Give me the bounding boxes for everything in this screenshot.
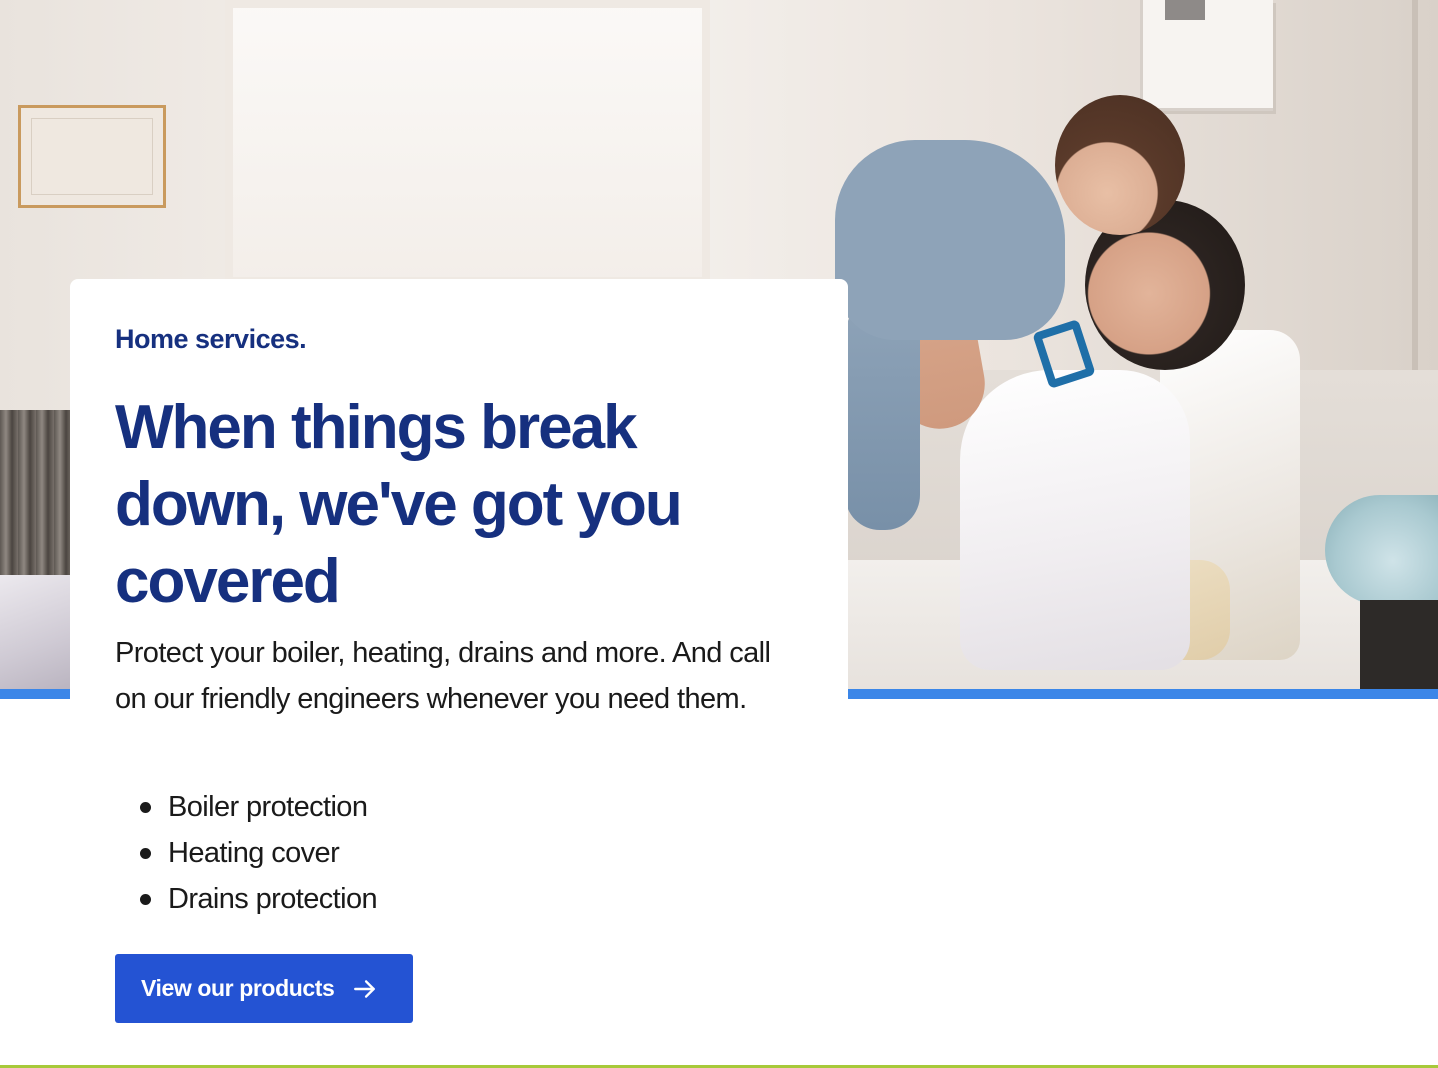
list-item-label: Heating cover [168,837,340,869]
view-products-button[interactable]: View our products [115,954,413,1023]
list-item-label: Boiler protection [168,791,368,823]
lamp-shade [1325,495,1438,605]
view-products-label: View our products [141,975,335,1001]
window [225,0,710,285]
bullet-icon [140,894,151,905]
feature-list: Boiler protection Heating cover Drains p… [115,784,378,922]
bullet-icon [140,848,151,859]
page-title: When things break down, we've got you co… [115,393,683,616]
bullet-icon [140,802,151,813]
wall-picture-frame [18,105,166,208]
eyebrow-label: Home services. [115,324,307,354]
wall-picture-frame-right [1140,0,1273,111]
father-figure [960,370,1190,670]
baby-head [1055,95,1185,235]
page: Home services. When things break down, w… [0,0,1438,1068]
list-item: Boiler protection [115,784,377,830]
list-item: Heating cover [115,830,377,876]
arrow-right-icon [354,979,376,998]
lamp-base [1360,600,1438,689]
bedsheet [0,575,80,689]
radiator [0,410,72,585]
list-item: Drains protection [115,876,378,922]
hero-card: Home services. When things break down, w… [70,279,848,1059]
intro-text: Protect your boiler, heating, drains and… [115,637,771,715]
baby-figure [835,140,1065,340]
list-item-label: Drains protection [168,883,378,915]
